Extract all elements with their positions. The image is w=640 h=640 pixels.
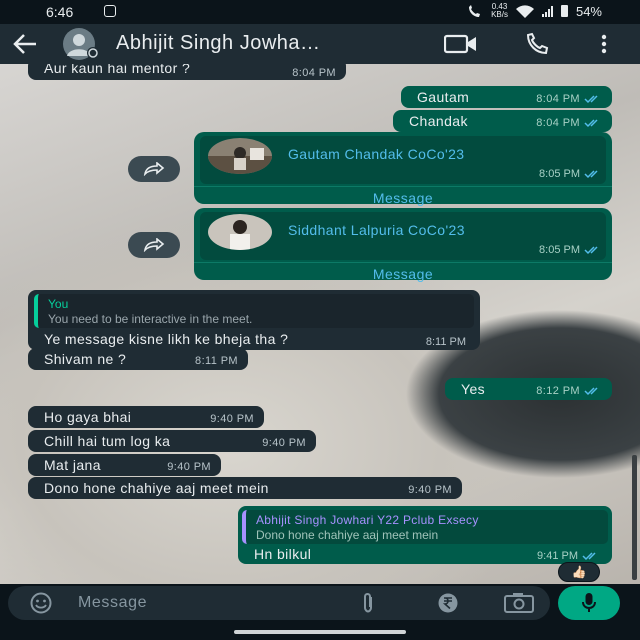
message-text: Shivam ne ? (44, 351, 127, 367)
message-text: Ye message kisne likh ke bheja tha ? (44, 331, 289, 347)
arrow-left-icon[interactable] (12, 32, 38, 56)
message-time: 8:11 PM (195, 355, 238, 367)
message-text: Yes (461, 381, 486, 397)
avatar[interactable] (54, 28, 104, 60)
wifi-calling-icon (469, 5, 481, 17)
message-text: Chandak (409, 113, 468, 129)
message-outgoing-reply[interactable]: Abhijit Singh Jowhari Y22 Pclub Exsecy D… (238, 506, 612, 564)
quoted-author: You (48, 297, 69, 311)
read-ticks-icon (584, 246, 598, 255)
message-input-container[interactable] (8, 586, 550, 620)
read-ticks-icon (584, 387, 598, 396)
message-input[interactable] (78, 592, 348, 614)
message-time: 9:41 PM (537, 550, 600, 562)
quoted-message[interactable]: You You need to be interactive in the me… (34, 294, 474, 328)
contact-card[interactable]: Siddhant Lalpuria CoCo'23 8:05 PM Messag… (194, 208, 612, 282)
message-time: 9:40 PM (262, 437, 306, 449)
contact-card-name: Siddhant Lalpuria CoCo'23 (288, 222, 465, 238)
message-text: Dono hone chahiye aaj meet mein (44, 480, 269, 496)
mic-button[interactable] (558, 586, 620, 620)
contact-message-button[interactable]: Message (194, 190, 612, 206)
battery-icon (560, 5, 568, 17)
wifi-icon (515, 4, 534, 18)
emoji-icon[interactable] (26, 592, 56, 614)
message-time: 9:40 PM (408, 484, 452, 496)
read-ticks-icon (584, 170, 598, 179)
read-ticks-icon (584, 119, 598, 128)
contact-message-button[interactable]: Message (194, 266, 612, 282)
camera-icon[interactable] (502, 592, 536, 614)
rupee-icon[interactable] (432, 593, 464, 613)
message-outgoing[interactable]: Yes 8:12 PM (445, 378, 612, 400)
video-camera-icon[interactable] (444, 34, 478, 54)
message-incoming[interactable]: Shivam ne ? 8:11 PM (28, 348, 248, 370)
forward-button[interactable] (128, 232, 180, 258)
message-incoming[interactable]: Dono hone chahiye aaj meet mein 9:40 PM (28, 477, 462, 499)
contact-name[interactable]: Abhijit Singh Jowha… (116, 32, 321, 55)
message-incoming[interactable]: Chill hai tum log ka 9:40 PM (28, 430, 316, 452)
microphone-icon (582, 593, 596, 612)
quoted-text: You need to be interactive in the meet. (48, 312, 253, 326)
message-outgoing[interactable]: Gautam 8:04 PM (401, 86, 612, 108)
forward-icon (143, 162, 165, 176)
divider (194, 262, 612, 263)
chat-area[interactable]: Aur kaun hai mentor ? 8:04 PM Gautam 8:0… (0, 64, 640, 584)
quoted-text: Dono hone chahiye aaj meet mein (256, 528, 439, 542)
contact-avatar (208, 214, 272, 250)
message-time: 8:12 PM (536, 385, 602, 397)
quoted-message[interactable]: Abhijit Singh Jowhari Y22 Pclub Exsecy D… (242, 510, 608, 544)
phone-icon[interactable] (522, 32, 552, 56)
message-time: 8:05 PM (539, 244, 602, 256)
net-speed-unit: KB/s (491, 10, 508, 19)
message-text: Hn bilkul (254, 546, 312, 562)
message-text: Ho gaya bhai (44, 409, 132, 425)
chat-header: Abhijit Singh Jowha… (0, 24, 640, 64)
message-incoming[interactable]: Ho gaya bhai 9:40 PM (28, 406, 264, 428)
divider (194, 186, 612, 187)
net-speed: 0.43 KB/s (491, 3, 508, 19)
message-time: 9:40 PM (210, 413, 254, 425)
status-icons: 0.43 KB/s 54% (467, 3, 602, 19)
message-time: 8:04 PM (536, 117, 602, 129)
message-text: Aur kaun hai mentor ? (44, 64, 191, 76)
message-time: 8:11 PM (425, 336, 466, 348)
message-text: Gautam (417, 89, 470, 105)
read-ticks-icon (584, 95, 598, 104)
message-composer (0, 584, 640, 624)
message-time: 8:05 PM (539, 168, 602, 180)
reaction-badge[interactable]: 👍🏻 (558, 562, 600, 582)
more-vertical-icon[interactable] (596, 32, 612, 56)
contact-card-name: Gautam Chandak CoCo'23 (288, 146, 465, 162)
message-incoming[interactable]: Aur kaun hai mentor ? 8:04 PM (28, 64, 346, 80)
status-bar: 6:46 0.43 KB/s 54% (0, 0, 640, 24)
message-time: 9:40 PM (167, 461, 211, 473)
system-nav-bar (0, 624, 640, 640)
forward-button[interactable] (128, 156, 180, 182)
read-ticks-icon (582, 552, 596, 561)
message-outgoing[interactable]: Chandak 8:04 PM (393, 110, 612, 132)
message-text: Chill hai tum log ka (44, 433, 171, 449)
message-time: 8:04 PM (292, 67, 336, 79)
scrollbar[interactable] (632, 455, 637, 580)
message-text: Mat jana (44, 457, 101, 473)
contact-avatar (208, 138, 272, 174)
quoted-author: Abhijit Singh Jowhari Y22 Pclub Exsecy (256, 513, 479, 527)
forward-icon (143, 238, 165, 252)
message-incoming[interactable]: Mat jana 9:40 PM (28, 454, 221, 476)
home-indicator[interactable] (234, 630, 406, 634)
paperclip-icon[interactable] (358, 592, 378, 614)
status-time: 6:46 (46, 4, 74, 20)
message-time: 8:04 PM (536, 93, 602, 105)
contact-card[interactable]: Gautam Chandak CoCo'23 8:05 PM Message (194, 132, 612, 206)
signal-icon (541, 5, 553, 17)
message-incoming-reply[interactable]: You You need to be interactive in the me… (28, 290, 480, 350)
battery-level: 54% (575, 3, 602, 19)
notification-icon (104, 5, 116, 17)
